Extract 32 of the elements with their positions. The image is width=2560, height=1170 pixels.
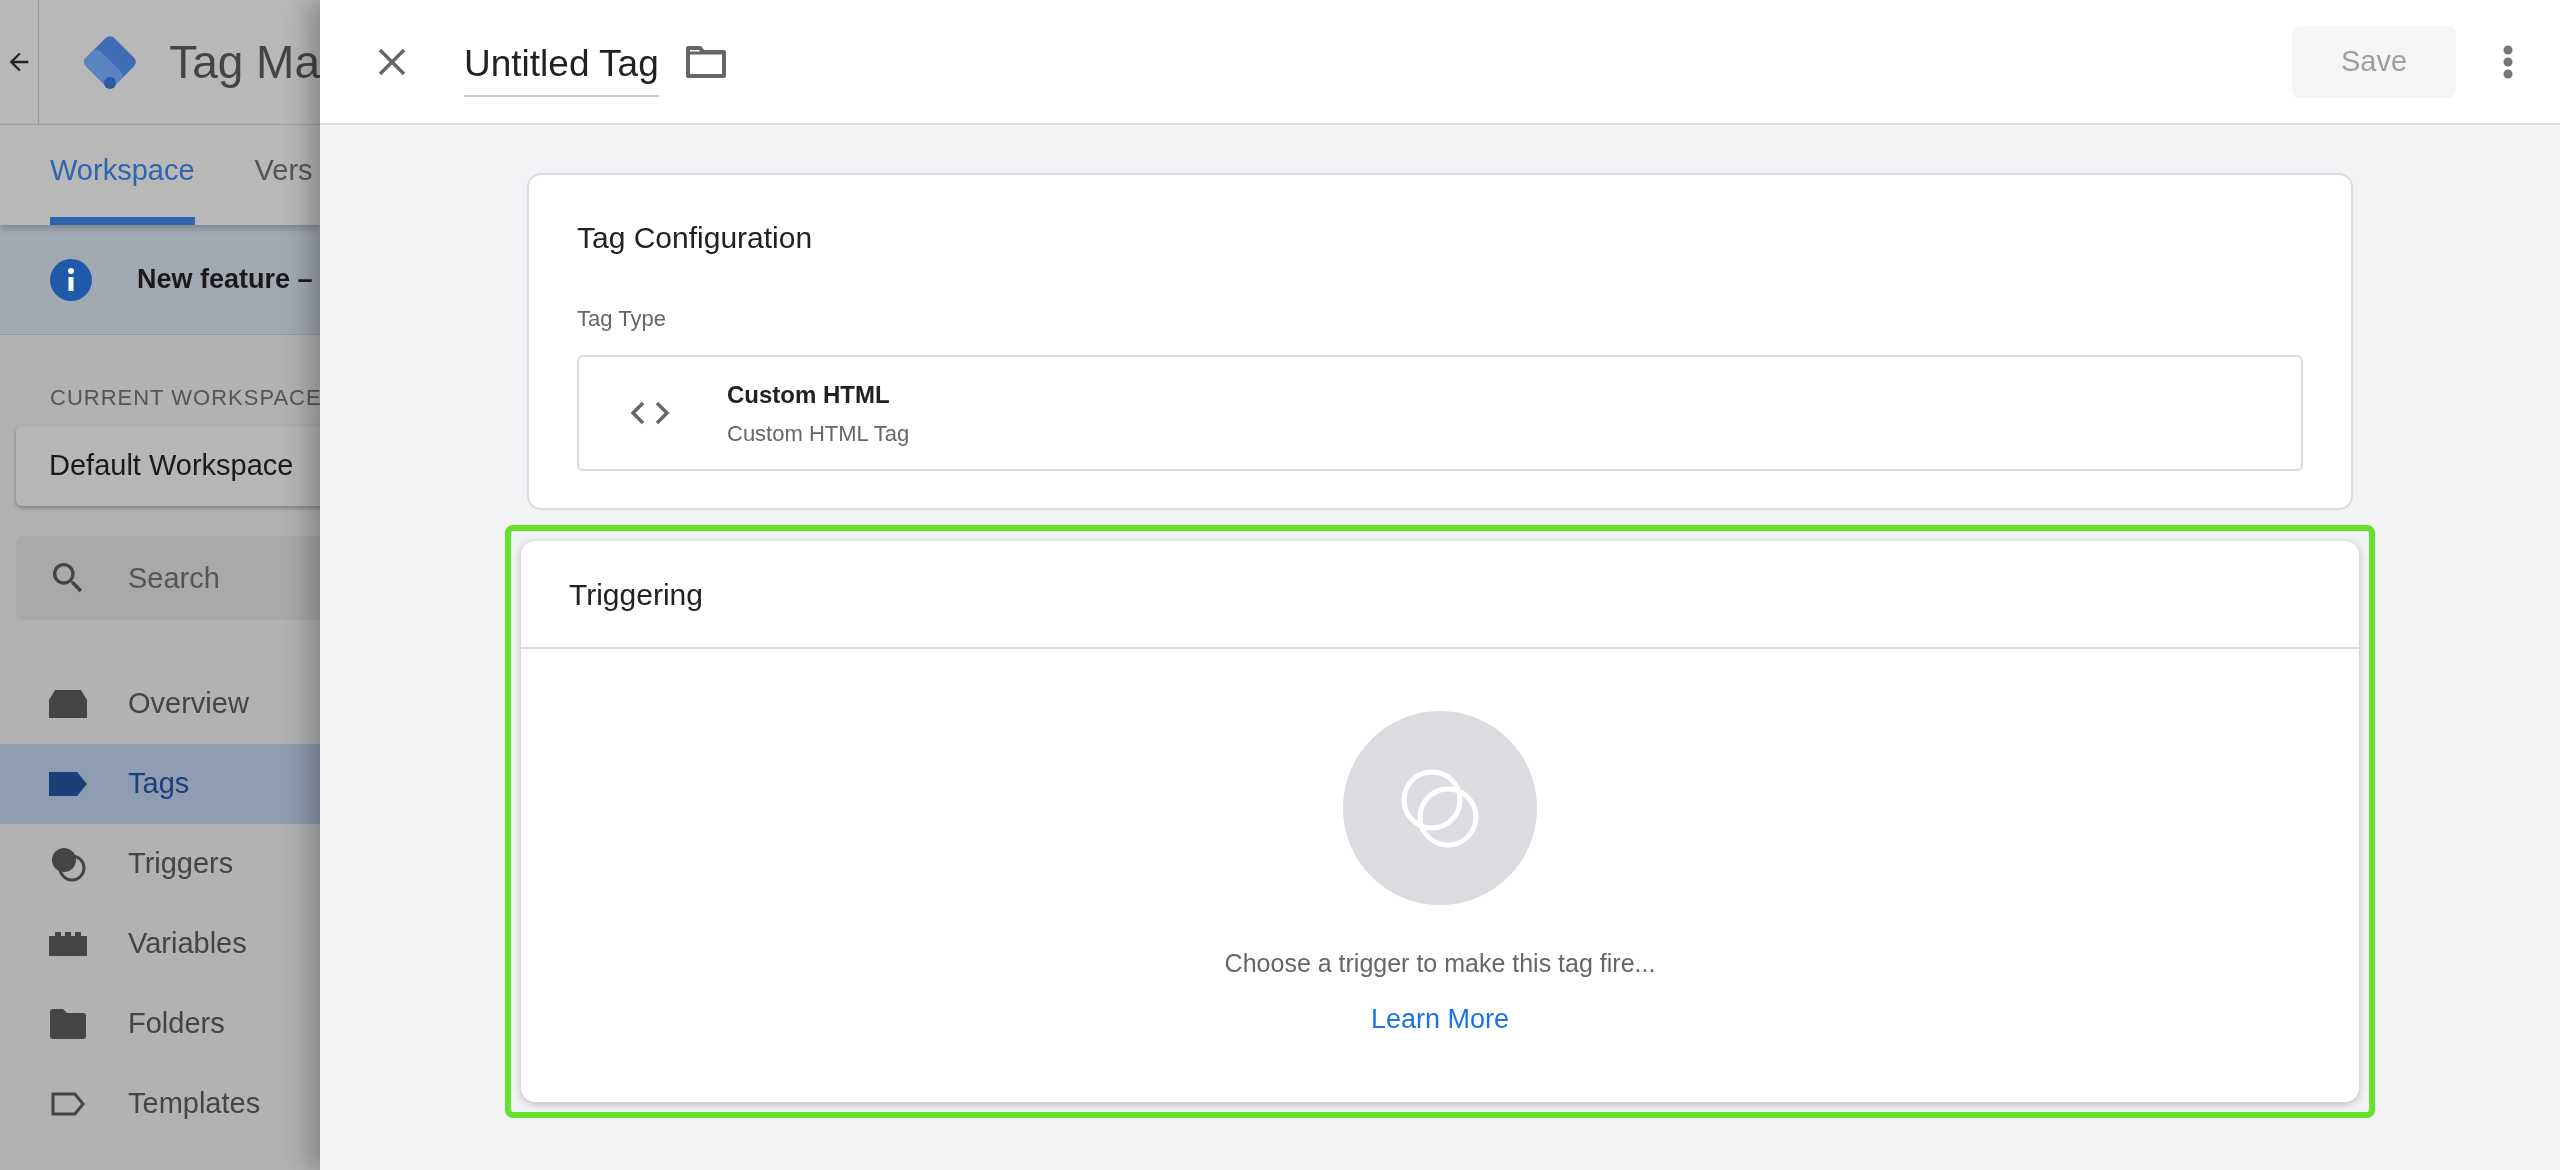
tag-type-description: Custom HTML Tag: [727, 419, 910, 448]
nav-item[interactable]: Overview: [0, 664, 320, 744]
field-label: Tag Type: [577, 305, 667, 333]
section-label: CURRENT WORKSPACE: [50, 384, 320, 412]
empty-message: Choose a trigger to make this tag fire...: [1224, 948, 1656, 979]
learn-more-link[interactable]: Learn More: [1370, 998, 1510, 1039]
nav-item[interactable]: Templates: [0, 1064, 320, 1144]
tab[interactable]: Vers: [254, 125, 313, 225]
overlapping-circles-icon: [49, 845, 87, 883]
tag-type-selector[interactable]: Custom HTML Custom HTML Tag: [577, 355, 2303, 471]
save-button: Save: [2292, 25, 2456, 98]
more-options-icon: [2502, 43, 2514, 80]
nav-item[interactable]: Triggers: [0, 824, 320, 904]
workspace-button[interactable]: Default Workspace: [16, 426, 320, 506]
card-title: Tag Configuration: [577, 220, 814, 256]
nav-item[interactable]: Folders: [0, 984, 320, 1064]
app-title: Tag Ma: [169, 34, 320, 90]
banner-text: New feature –: [137, 263, 313, 297]
card-title: Triggering: [569, 576, 703, 613]
folder-icon: [50, 1009, 86, 1039]
tag-outline-icon: [51, 1092, 85, 1116]
nav-item[interactable]: Variables: [0, 904, 320, 984]
tray-icon: [49, 690, 87, 718]
brick-icon: [49, 932, 87, 956]
search-field[interactable]: Search: [16, 536, 320, 620]
folder-button[interactable]: [684, 44, 727, 79]
code-icon: [629, 400, 671, 426]
title-field[interactable]: Untitled Tag: [464, 35, 659, 98]
nav-item[interactable]: Tags: [0, 744, 320, 824]
tag-type-name: Custom HTML: [727, 379, 891, 410]
tag-icon: [49, 772, 87, 796]
info-icon: [50, 258, 92, 301]
